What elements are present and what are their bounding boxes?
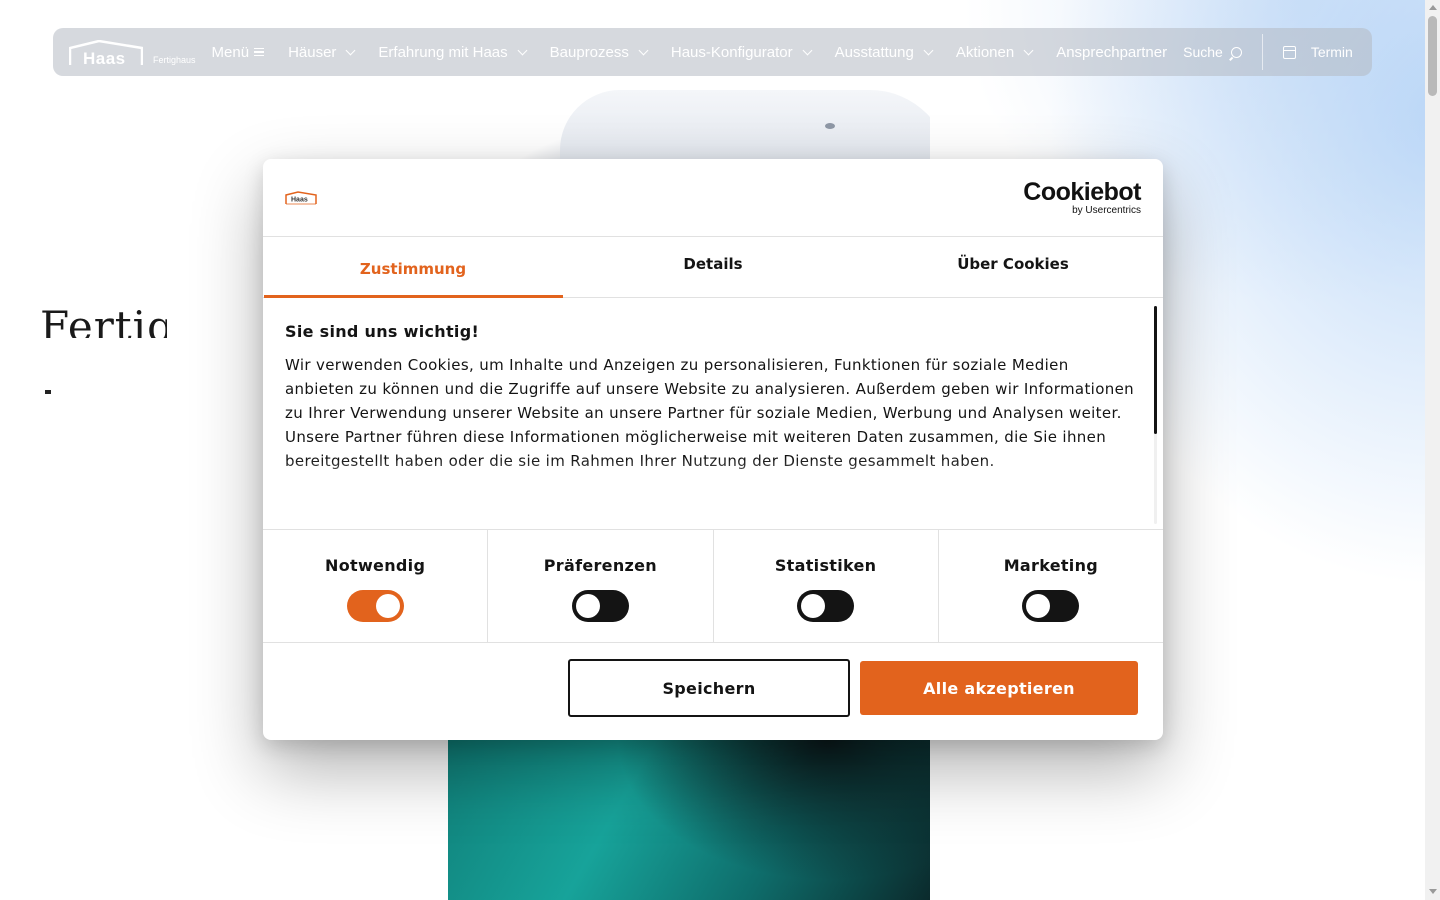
- panel-scroll-thumb[interactable]: [1154, 306, 1157, 434]
- hero-image-headset-sensor: [825, 123, 835, 129]
- nav-item-label: Ausstattung: [834, 43, 914, 61]
- haas-mini-logo-text: Haas: [291, 196, 308, 203]
- consent-categories: Notwendig Präferenzen Statistiken Market…: [263, 530, 1163, 643]
- nav-item-label: Ansprechpartner: [1056, 43, 1168, 61]
- nav-item-label: Haus-Konfigurator: [670, 43, 793, 61]
- nav-item-bauprozess[interactable]: Bauprozess: [549, 43, 649, 61]
- toggle-praeferenzen[interactable]: [571, 590, 629, 622]
- category-statistiken: Statistiken: [714, 530, 939, 642]
- nav-item-konfigurator[interactable]: Haus-Konfigurator: [670, 43, 813, 61]
- toggle-marketing[interactable]: [1022, 590, 1080, 622]
- dialog-header: Haas Cookiebot by Usercentrics: [263, 159, 1163, 237]
- haas-logo-subtitle: Fertighaus: [153, 55, 196, 65]
- nav-item-erfahrung[interactable]: Erfahrung mit Haas: [378, 43, 528, 61]
- nav-item-haeuser[interactable]: Häuser: [288, 43, 356, 61]
- save-button[interactable]: Speichern: [568, 659, 850, 717]
- calendar-icon: [1282, 45, 1296, 59]
- nav-item-label: Aktionen: [955, 43, 1015, 61]
- haas-mini-logo-icon: Haas: [285, 190, 317, 204]
- category-label: Marketing: [1003, 556, 1099, 575]
- search-icon: [1230, 46, 1242, 58]
- nav-item-aktionen[interactable]: Aktionen: [955, 43, 1034, 61]
- chevron-down-icon: [345, 45, 356, 55]
- cookiebot-logo-text: Cookiebot: [1023, 177, 1141, 206]
- category-marketing: Marketing: [939, 530, 1163, 642]
- nav-item-ausstattung[interactable]: Ausstattung: [834, 43, 934, 61]
- appointment-label: Termin: [1310, 44, 1353, 60]
- tab-zustimmung[interactable]: Zustimmung: [263, 237, 563, 298]
- chevron-down-icon: [638, 45, 649, 55]
- top-navigation: Haas Fertighaus Menü Häuser Erfahrung mi…: [53, 28, 1372, 76]
- toggle-knob: [801, 594, 826, 618]
- menu-button[interactable]: Menü: [212, 44, 265, 61]
- scroll-down-arrow-icon[interactable]: [1429, 889, 1437, 894]
- category-praeferenzen: Präferenzen: [488, 530, 714, 642]
- search-button[interactable]: Suche: [1183, 44, 1242, 60]
- tab-details[interactable]: Details: [563, 237, 863, 297]
- cookiebot-logo[interactable]: Cookiebot by Usercentrics: [1023, 177, 1141, 216]
- chevron-down-icon: [1023, 45, 1034, 55]
- nav-item-label: Bauprozess: [549, 43, 629, 61]
- scrollbar-thumb[interactable]: [1428, 16, 1437, 96]
- consent-heading: Sie sind uns wichtig!: [285, 322, 480, 341]
- nav-item-label: Erfahrung mit Haas: [378, 43, 508, 61]
- nav-item-ansprechpartner[interactable]: Ansprechpartner: [1056, 44, 1167, 61]
- toggle-knob: [375, 594, 400, 618]
- haas-logo-mark: Haas: [69, 40, 143, 68]
- dialog-actions: Speichern Alle akzeptieren: [263, 643, 1163, 717]
- nav-items: Menü Häuser Erfahrung mit Haas Bauprozes…: [212, 44, 1242, 61]
- search-label: Suche: [1183, 44, 1223, 60]
- scroll-up-arrow-icon[interactable]: [1429, 5, 1437, 10]
- appointment-button[interactable]: Termin: [1282, 44, 1353, 60]
- nav-divider: [1261, 34, 1263, 70]
- consent-text-panel[interactable]: Sie sind uns wichtig! Wir verwenden Cook…: [263, 298, 1163, 530]
- consent-body: Wir verwenden Cookies, um Inhalte und An…: [285, 356, 1135, 470]
- toggle-knob: [1026, 594, 1051, 618]
- chevron-down-icon: [517, 45, 528, 55]
- nav-item-label: Häuser: [288, 43, 337, 61]
- dialog-tabs: Zustimmung Details Über Cookies: [263, 237, 1163, 298]
- chevron-down-icon: [802, 45, 813, 55]
- toggle-statistiken[interactable]: [797, 590, 855, 622]
- hero-heading: Fertig: [40, 302, 167, 338]
- haas-logo-text: Haas: [83, 49, 126, 68]
- page-scrollbar[interactable]: [1425, 0, 1440, 900]
- hero-heading-fragment: [45, 390, 51, 394]
- haas-logo[interactable]: Haas Fertighaus: [69, 38, 196, 68]
- menu-label: Menü: [211, 43, 250, 61]
- haas-mini-logo: Haas: [285, 190, 317, 205]
- chevron-down-icon: [923, 45, 934, 55]
- accept-all-button[interactable]: Alle akzeptieren: [860, 661, 1138, 715]
- category-notwendig: Notwendig: [263, 530, 489, 642]
- cookiebot-logo-subtitle: by Usercentrics: [1072, 204, 1141, 216]
- toggle-notwendig[interactable]: [346, 590, 404, 622]
- category-label: Notwendig: [325, 556, 426, 575]
- hamburger-icon: [254, 46, 265, 59]
- text-fade-overlay: [263, 459, 1163, 499]
- cookie-consent-dialog: Haas Cookiebot by Usercentrics Zustimmun…: [263, 159, 1163, 740]
- category-label: Statistiken: [774, 556, 877, 575]
- category-label: Präferenzen: [543, 556, 657, 575]
- tab-ueber-cookies[interactable]: Über Cookies: [863, 237, 1163, 297]
- toggle-knob: [575, 594, 600, 618]
